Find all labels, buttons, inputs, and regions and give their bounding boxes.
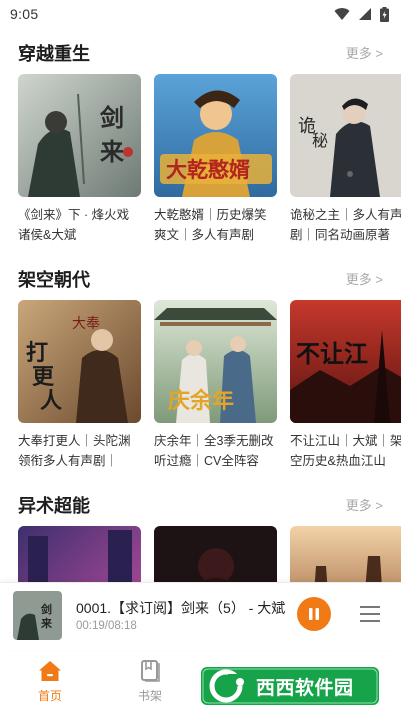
svg-text:来: 来 — [40, 616, 53, 630]
card-row: 剑 来 《剑来》下 · 烽火戏诸侯&大斌 大乾憨婿 大乾憨婿｜历史爆笑爽文｜多人… — [18, 74, 401, 284]
svg-text:更: 更 — [32, 364, 55, 390]
book-card[interactable]: 大奉 打 更 人 大奉打更人｜头陀渊领衔多人有声剧｜ — [18, 300, 141, 471]
book-cover — [18, 526, 141, 582]
tab-label: 书架 — [137, 689, 162, 703]
playlist-button[interactable] — [357, 603, 383, 625]
section-title: 穿越重生 — [18, 44, 90, 64]
book-card[interactable]: 剑 来 《剑来》下 · 烽火戏诸侯&大斌 — [18, 74, 141, 245]
bookshelf-icon — [141, 660, 160, 682]
book-cover: 大奉 打 更 人 — [18, 300, 141, 423]
player-progress-time: 00:19/08:18 — [76, 620, 137, 632]
pause-button[interactable] — [297, 597, 331, 631]
tab-bookshelf[interactable]: 书架 — [120, 659, 180, 704]
book-title: 诡秘之主｜多人有声剧｜同名动画原著 — [290, 208, 401, 242]
signal-icon — [359, 8, 371, 20]
book-title: 大乾憨婿｜历史爆笑爽文｜多人有声剧 — [154, 208, 267, 242]
book-title: 《剑来》下 · 烽火戏诸侯&大斌 — [18, 208, 130, 242]
book-card[interactable] — [290, 526, 401, 582]
card-row: 大奉 打 更 人 大奉打更人｜头陀渊领衔多人有声剧｜ 庆余年 庆余年｜全3季无删… — [18, 300, 401, 510]
book-card[interactable] — [18, 526, 141, 582]
wifi-icon — [334, 8, 350, 20]
book-cover: 诡 秘 — [290, 74, 401, 197]
book-cover: 剑 来 — [18, 74, 141, 197]
book-card[interactable]: 大乾憨婿 大乾憨婿｜历史爆笑爽文｜多人有声剧 — [154, 74, 277, 245]
svg-text:来: 来 — [100, 137, 125, 166]
player-cover[interactable]: 剑 来 — [13, 591, 62, 640]
book-card[interactable]: 诡 秘 诡秘之主｜多人有声剧｜同名动画原著 — [290, 74, 401, 245]
book-title: 庆余年｜全3季无删改听过瘾｜CV全阵容 — [154, 434, 274, 468]
watermark-logo: 西西软件园 — [200, 666, 380, 706]
svg-text:不让江: 不让江 — [296, 339, 368, 368]
book-title: 大奉打更人｜头陀渊领衔多人有声剧｜ — [18, 434, 131, 468]
svg-text:庆余年: 庆余年 — [168, 388, 234, 414]
section-fictional-dynasty: 架空朝代 更多 > 大奉 打 更 人 大奉打更人｜头陀渊领衔多人有声剧｜ 庆余年… — [0, 268, 401, 488]
section-supernatural: 异术超能 更多 > — [0, 494, 401, 582]
svg-text:大乾憨婿: 大乾憨婿 — [166, 157, 250, 182]
more-link[interactable]: 更多 > — [346, 496, 383, 516]
book-title: 不让江山｜大斌｜架空历史&热血江山 — [290, 434, 401, 468]
section-title: 架空朝代 — [18, 270, 90, 290]
book-card[interactable]: 不让江 不让江山｜大斌｜架空历史&热血江山 — [290, 300, 401, 471]
svg-text:剑: 剑 — [40, 602, 52, 616]
svg-text:秘: 秘 — [312, 131, 328, 150]
book-cover: 大乾憨婿 — [154, 74, 277, 197]
book-cover — [290, 526, 401, 582]
svg-text:剑: 剑 — [99, 103, 124, 132]
watermark-text: 西西软件园 — [256, 677, 354, 699]
battery-icon — [380, 6, 389, 22]
tab-home[interactable]: 首页 — [20, 659, 80, 704]
mini-player[interactable]: 剑 来 0001.【求订阅】剑来（5） - 大斌 00:19/08:18 — [0, 582, 401, 650]
section-time-travel: 穿越重生 更多 > 剑 来 《剑来》下 · 烽火戏诸侯&大斌 大乾憨婿 大乾憨婿… — [0, 42, 401, 262]
tab-label: 首页 — [37, 689, 62, 703]
book-cover — [154, 526, 277, 582]
book-card[interactable]: 庆余年 庆余年｜全3季无删改听过瘾｜CV全阵容 — [154, 300, 277, 471]
svg-text:大奉: 大奉 — [72, 316, 100, 332]
section-header: 架空朝代 更多 > — [0, 268, 401, 292]
player-track-title: 0001.【求订阅】剑来（5） - 大斌 — [76, 600, 286, 616]
card-row — [18, 526, 401, 582]
svg-text:人: 人 — [40, 388, 62, 414]
home-icon — [39, 661, 61, 681]
more-link[interactable]: 更多 > — [346, 44, 383, 64]
menu-icon — [360, 606, 380, 622]
book-card[interactable] — [154, 526, 277, 582]
more-link[interactable]: 更多 > — [346, 270, 383, 290]
status-time: 9:05 — [10, 6, 39, 22]
svg-text:打: 打 — [26, 340, 48, 366]
section-title: 异术超能 — [18, 496, 90, 516]
pause-icon — [309, 608, 319, 620]
status-bar: 9:05 — [0, 0, 401, 28]
section-header: 穿越重生 更多 > — [0, 42, 401, 66]
status-icons — [334, 6, 389, 22]
book-cover: 不让江 — [290, 300, 401, 423]
section-header: 异术超能 更多 > — [0, 494, 401, 518]
book-cover: 庆余年 — [154, 300, 277, 423]
